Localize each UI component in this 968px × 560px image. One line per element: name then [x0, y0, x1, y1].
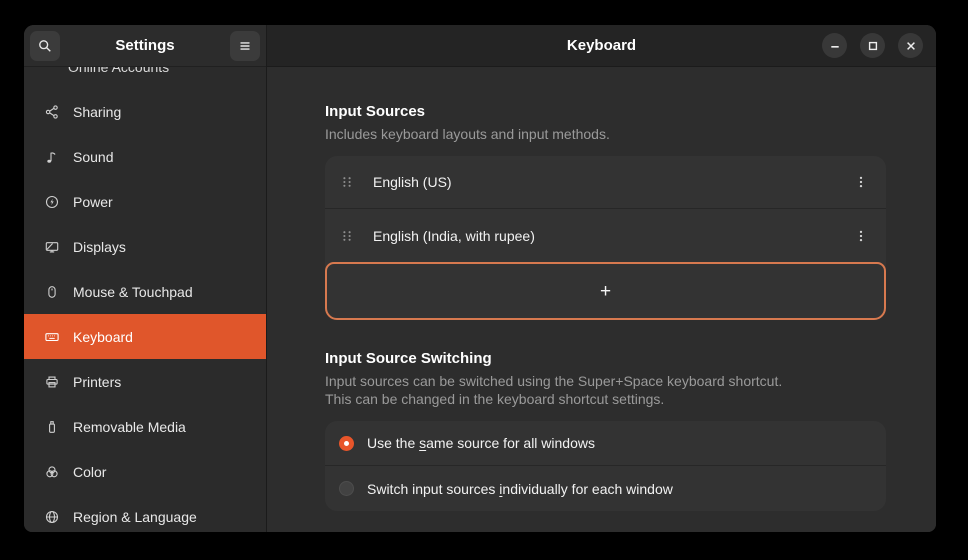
sidebar-item-removable-media[interactable]: Removable Media [24, 404, 266, 449]
main-headerbar: Keyboard [267, 25, 936, 67]
mouse-icon [44, 284, 60, 300]
sidebar-item-sharing[interactable]: Sharing [24, 89, 266, 134]
search-icon [37, 38, 53, 54]
sidebar-item-online-accounts[interactable]: Online Accounts [24, 67, 266, 89]
power-circle-icon [44, 194, 60, 210]
sidebar-item-label: Color [73, 464, 106, 480]
option-label: Use the same source for all windows [367, 435, 595, 451]
plus-icon: + [600, 282, 611, 301]
sidebar-item-keyboard[interactable]: Keyboard [24, 314, 266, 359]
sidebar-item-displays[interactable]: Displays [24, 224, 266, 269]
kebab-menu-icon [853, 174, 869, 190]
main-pane: Keyboard [267, 25, 936, 532]
sidebar-item-label: Removable Media [73, 419, 186, 435]
radio-unselected-icon[interactable] [339, 481, 354, 496]
radio-selected-icon[interactable] [339, 436, 354, 451]
sidebar-item-label: Displays [73, 239, 126, 255]
input-source-label: English (India, with rupee) [373, 228, 848, 244]
primary-menu-button[interactable] [230, 31, 260, 61]
close-icon [903, 38, 919, 54]
input-source-row-english-india[interactable]: English (India, with rupee) [325, 209, 886, 262]
app-title: Settings [115, 37, 174, 54]
page-title: Keyboard [567, 37, 636, 54]
maximize-button[interactable] [860, 33, 885, 58]
sidebar-panel-list: Online Accounts Sharing [24, 67, 266, 532]
sidebar-item-label: Sharing [73, 104, 121, 120]
input-source-switching-description-line1: Input sources can be switched using the … [325, 372, 886, 390]
input-sources-list: English (US) [325, 156, 886, 320]
sidebar-item-sound[interactable]: Sound [24, 134, 266, 179]
music-note-icon [44, 149, 60, 165]
globe-icon [44, 509, 60, 525]
sidebar-item-power[interactable]: Power [24, 179, 266, 224]
input-sources-description: Includes keyboard layouts and input meth… [325, 125, 886, 143]
add-input-source-button[interactable]: + [325, 262, 886, 320]
option-label: Switch input sources individually for ea… [367, 481, 673, 497]
input-source-switching-title: Input Source Switching [325, 350, 886, 367]
settings-window: Settings Online Accounts [24, 25, 936, 532]
search-button[interactable] [30, 31, 60, 61]
minimize-button[interactable] [822, 33, 847, 58]
sidebar-headerbar: Settings [24, 25, 266, 67]
sidebar-item-region-language[interactable]: Region & Language [24, 494, 266, 532]
keyboard-icon [44, 329, 60, 345]
sidebar-item-mouse-touchpad[interactable]: Mouse & Touchpad [24, 269, 266, 314]
maximize-icon [865, 38, 881, 54]
input-source-row-english-us[interactable]: English (US) [325, 156, 886, 209]
sidebar-item-label: Region & Language [73, 509, 197, 525]
sidebar: Settings Online Accounts [24, 25, 267, 532]
window-controls [822, 25, 923, 66]
minimize-icon [827, 38, 843, 54]
color-circles-icon [44, 464, 60, 480]
row-menu-button[interactable] [848, 169, 874, 195]
hamburger-menu-icon [237, 38, 253, 54]
sidebar-item-label: Sound [73, 149, 113, 165]
sidebar-item-label: Power [73, 194, 113, 210]
drag-handle-icon[interactable] [339, 228, 355, 244]
monitor-icon [44, 239, 60, 255]
keyboard-panel-content: Input Sources Includes keyboard layouts … [267, 67, 936, 532]
sidebar-item-label: Mouse & Touchpad [73, 284, 193, 300]
drag-handle-icon[interactable] [339, 174, 355, 190]
kebab-menu-icon [853, 228, 869, 244]
switching-options-list: Use the same source for all windows Swit… [325, 421, 886, 511]
usb-stick-icon [44, 419, 60, 435]
sidebar-item-label: Online Accounts [68, 67, 169, 75]
option-same-source-all-windows[interactable]: Use the same source for all windows [325, 421, 886, 466]
input-source-switching-description-line2: This can be changed in the keyboard shor… [325, 390, 886, 408]
row-menu-button[interactable] [848, 223, 874, 249]
sidebar-item-printers[interactable]: Printers [24, 359, 266, 404]
share-network-icon [44, 104, 60, 120]
sidebar-item-color[interactable]: Color [24, 449, 266, 494]
input-sources-title: Input Sources [325, 103, 886, 120]
printer-icon [44, 374, 60, 390]
option-switch-individually-per-window[interactable]: Switch input sources individually for ea… [325, 466, 886, 511]
input-source-label: English (US) [373, 174, 848, 190]
sidebar-item-label: Printers [73, 374, 121, 390]
sidebar-item-label: Keyboard [73, 329, 133, 345]
close-button[interactable] [898, 33, 923, 58]
